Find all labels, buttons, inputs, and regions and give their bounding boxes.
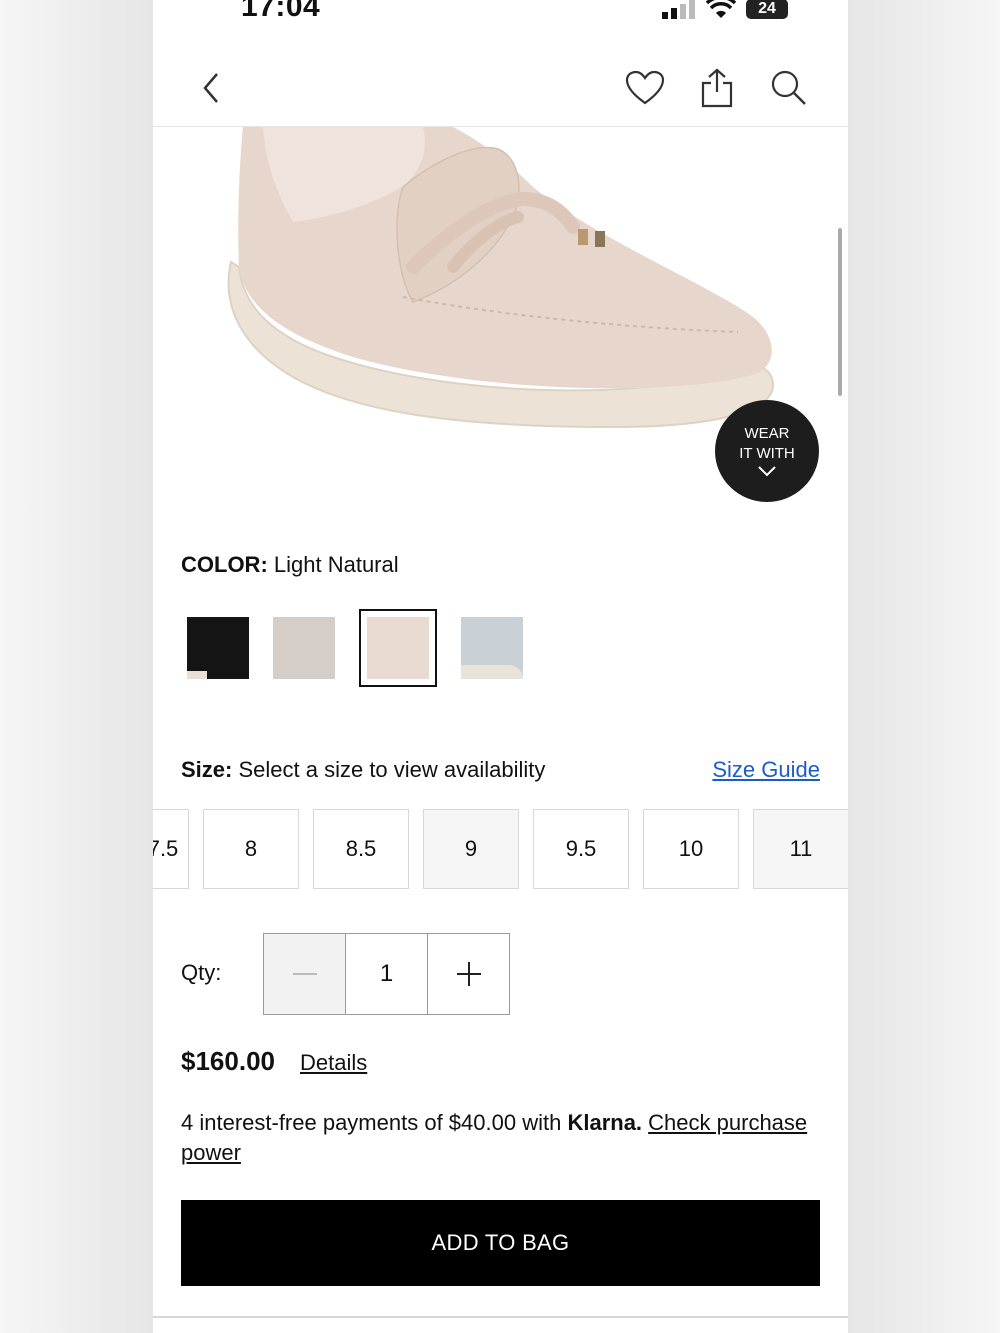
- size-selector: 7.5 8 8.5 9 9.5 10 11: [153, 809, 848, 889]
- battery-icon: 24: [746, 0, 788, 19]
- size-option-label: 9.5: [565, 836, 597, 861]
- size-option[interactable]: 8.5: [313, 809, 409, 889]
- wear-it-with-line1: WEAR: [744, 425, 790, 442]
- wear-it-with-button[interactable]: WEAR IT WITH: [715, 400, 819, 502]
- size-prompt: Size: Select a size to view availability: [181, 757, 545, 783]
- status-icons: 24: [662, 0, 788, 20]
- top-nav-bar: [153, 50, 848, 127]
- phone-screen: 17:04 24 WEAR IT WITH COLOR: Light Natur…: [153, 0, 848, 1333]
- swatch-grey[interactable]: [461, 617, 523, 679]
- qty-value[interactable]: 1: [346, 934, 428, 1014]
- size-option[interactable]: 9.5: [533, 809, 629, 889]
- size-hint: Select a size to view availability: [238, 757, 546, 782]
- size-option[interactable]: 9: [423, 809, 519, 889]
- background-right: [848, 0, 1000, 1333]
- background-left: [0, 0, 153, 1333]
- size-option[interactable]: 11: [753, 809, 848, 889]
- minus-icon: [292, 973, 317, 975]
- plus-icon: [456, 962, 481, 986]
- heart-icon: [625, 70, 665, 105]
- swatch-taupe[interactable]: [273, 617, 335, 679]
- size-option[interactable]: 7.5: [153, 809, 189, 889]
- color-selection-label: COLOR: Light Natural: [181, 552, 399, 578]
- chevron-down-icon: [758, 466, 776, 477]
- swatch-light-natural[interactable]: [359, 609, 437, 687]
- status-time: 17:04: [241, 0, 321, 23]
- size-option-label: 10: [678, 836, 704, 861]
- size-option-label: 8: [244, 836, 258, 861]
- size-label: Size:: [181, 757, 233, 782]
- share-icon: [701, 68, 733, 108]
- qty-label: Qty:: [181, 960, 222, 985]
- chevron-left-icon: [203, 73, 218, 103]
- color-label: COLOR:: [181, 552, 268, 577]
- size-option-label: 9: [464, 836, 478, 861]
- wear-it-with-line2: IT WITH: [739, 445, 795, 462]
- size-guide-link[interactable]: Size Guide: [712, 757, 820, 783]
- search-button[interactable]: [767, 66, 811, 110]
- back-button[interactable]: [189, 66, 233, 110]
- image-scrollbar[interactable]: [838, 228, 842, 396]
- wishlist-button[interactable]: [623, 66, 667, 110]
- klarna-text: 4 interest-free payments of $40.00 with: [181, 1110, 562, 1135]
- wifi-icon: [706, 0, 736, 18]
- qty-decrease-button[interactable]: [264, 934, 346, 1014]
- product-price: $160.00: [181, 1046, 275, 1076]
- size-option-label: 7.5: [153, 836, 179, 861]
- swatch-black-sole: [187, 671, 207, 679]
- size-option-label: 8.5: [345, 836, 377, 861]
- swatch-grey-sole: [461, 665, 523, 679]
- size-option-label: 11: [789, 836, 813, 861]
- klarna-brand: Klarna.: [567, 1110, 643, 1135]
- klarna-message: 4 interest-free payments of $40.00 with …: [181, 1108, 821, 1168]
- qty-increase-button[interactable]: [428, 934, 509, 1014]
- size-option[interactable]: 8: [203, 809, 299, 889]
- signal-icon: [662, 0, 695, 19]
- price-details-link[interactable]: Details: [300, 1050, 367, 1076]
- bottom-divider: [153, 1316, 848, 1318]
- size-option[interactable]: 10: [643, 809, 739, 889]
- search-icon: [771, 70, 806, 105]
- color-swatches: [187, 609, 523, 687]
- share-button[interactable]: [695, 66, 739, 110]
- swatch-black[interactable]: [187, 617, 249, 679]
- color-value: Light Natural: [273, 552, 399, 577]
- quantity-stepper: 1: [263, 933, 510, 1015]
- add-to-bag-button[interactable]: ADD TO BAG: [181, 1200, 820, 1286]
